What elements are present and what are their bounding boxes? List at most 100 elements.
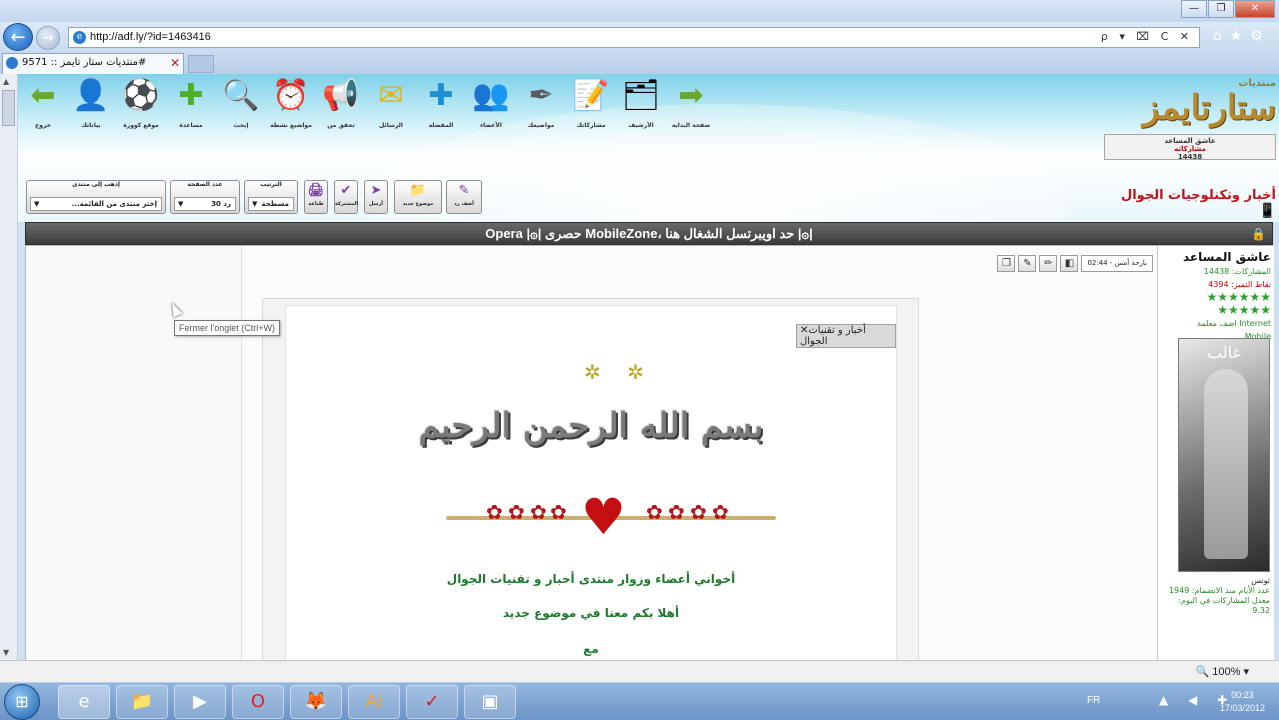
section-title[interactable]: أخبار وتكنلوجيات الجوال 📱	[1098, 188, 1276, 219]
favorites-icon[interactable]: ★	[1230, 28, 1251, 44]
scroll-up-icon[interactable]: ▲	[3, 77, 9, 86]
rose-icon: ✿	[550, 500, 567, 524]
new-topic-button[interactable]: 📁 موضوع جديد	[394, 180, 442, 214]
forum-tag[interactable]: ✕أخبار و تقنيات الجوال	[796, 324, 896, 348]
nav-active-topics[interactable]: ⏰ مواضيع نشطة	[266, 76, 316, 129]
address-bar[interactable]: e http://adf.ly/?id=1463416 ρ ▾ ⌧ C ✕	[68, 27, 1200, 48]
rating-stars-row2: ★★★★★	[1217, 303, 1271, 317]
forum-header: ⬅ خروج 👤 بياناتك ⚽ موقع كوورة ✚ مساعدة 🔍 إبحث…	[18, 74, 1279, 222]
nav-logout[interactable]: ⬅ خروج	[18, 76, 68, 129]
plus-circle-icon: ✚	[428, 78, 454, 113]
tools-gear-icon[interactable]: ⚙	[1250, 28, 1271, 44]
zoom-level[interactable]: 🔍 100% ▾	[1196, 665, 1249, 678]
nav-check[interactable]: 📢 تحقق من	[316, 76, 366, 129]
minimize-button[interactable]: —	[1181, 0, 1207, 18]
nav-kooora[interactable]: ⚽ موقع كوورة	[116, 76, 166, 129]
language-indicator[interactable]: FR	[1087, 695, 1100, 706]
new-topic-label: موضوع جديد	[402, 201, 434, 207]
nav-members[interactable]: 👥 الأعضاء	[466, 76, 516, 129]
taskbar-ie[interactable]: e	[58, 685, 110, 719]
report-icon[interactable]: ◧	[1060, 254, 1079, 272]
taskbar-explorer[interactable]: 📁	[116, 685, 168, 719]
scroll-down-icon[interactable]: ▼	[3, 648, 9, 657]
clock[interactable]: 00:23 17/03/2012	[1220, 689, 1265, 715]
ie-page-icon: e	[73, 31, 86, 44]
nav-my-topics[interactable]: ✒ مواضيعك	[516, 76, 566, 129]
tab-close-icon[interactable]: ✕	[170, 56, 180, 70]
section-title-text: أخبار وتكنلوجيات الجوال	[1120, 188, 1276, 203]
taskbar-avira[interactable]: ✓	[406, 685, 458, 719]
rose-icon: ✿	[690, 500, 707, 524]
per-page-select[interactable]: ▼ 30 رد	[174, 197, 236, 211]
pencil-icon[interactable]: ✏	[1039, 254, 1058, 272]
taskbar-opera[interactable]: O	[232, 685, 284, 719]
posts-count: 14438	[1203, 267, 1230, 276]
taskbar-illustrator[interactable]: Ai	[348, 685, 400, 719]
nav-label: مواضيعك	[527, 122, 555, 129]
opera-icon: O	[250, 691, 266, 712]
nav-label: موقع كوورة	[123, 122, 159, 129]
greeting-line: أخواني أعضاء وزوار منتدى أخبار و تقنيات …	[446, 572, 736, 586]
url-text[interactable]: http://adf.ly/?id=1463416	[90, 31, 211, 43]
back-button[interactable]: ←	[3, 23, 33, 51]
nav-archive[interactable]: 🗂 الأرشيف	[616, 76, 666, 129]
avatar-figure	[1204, 369, 1248, 559]
per-page-value: 30 رد	[211, 200, 231, 208]
system-tray: FR ▲ ◀ ✚ 00:23 17/03/2012	[1059, 683, 1279, 720]
send-button[interactable]: ➤ أرسل	[364, 180, 388, 214]
subscribe-button[interactable]: ✔ المشتركة	[334, 180, 358, 214]
taskbar-media-player[interactable]: ▶	[174, 685, 226, 719]
taskbar-app[interactable]: ▣	[464, 685, 516, 719]
forward-button[interactable]: →	[36, 26, 60, 50]
nav-profile[interactable]: 👤 بياناتك	[66, 76, 116, 129]
points-label: نقاط التميز:	[1231, 280, 1271, 289]
football-icon: ⚽	[122, 78, 160, 113]
user-name[interactable]: عاشق المساعد	[1105, 137, 1275, 145]
tab-active[interactable]: منتديات ستار تايمز :: 9571# ✕	[2, 53, 184, 74]
nav-favorites[interactable]: ✚ المفضلة	[416, 76, 466, 129]
order-select[interactable]: ▼ مسطحة	[248, 197, 294, 211]
avatar-name: غالب	[1207, 343, 1241, 362]
envelope-icon: ✉	[378, 78, 404, 113]
add-reply-label: أضف رد	[454, 201, 474, 207]
address-controls[interactable]: ρ ▾ ⌧ C ✕	[1101, 30, 1193, 43]
media-player-icon: ▶	[193, 691, 207, 712]
heart-roses-decoration: ✿ ✿ ✿ ✿ ♥ ✿ ✿ ✿ ✿	[446, 492, 776, 544]
nav-label: الرسائل	[379, 122, 403, 129]
per-page-box: عدد الصفحة ▼ 30 رد	[170, 180, 240, 214]
user-posts-count: 14438	[1177, 153, 1203, 161]
rose-icon: ✿	[486, 500, 503, 524]
home-icon[interactable]: ⌂	[1213, 28, 1230, 44]
add-reply-button[interactable]: ✎ أضف رد	[446, 180, 482, 214]
nav-messages[interactable]: ✉ الرسائل	[366, 76, 416, 129]
poster-name[interactable]: عاشق المساعد	[1161, 250, 1271, 264]
send-label: أرسل	[369, 201, 383, 207]
taskbar-firefox[interactable]: 🦊	[290, 685, 342, 719]
tooltip: Fermer l'onglet (Ctrl+W)	[174, 320, 280, 336]
close-window-button[interactable]: ✕	[1235, 0, 1275, 18]
poster-country: تونس	[1251, 576, 1270, 585]
print-label: طباعة	[308, 201, 324, 207]
chevron-down-icon: ▼	[178, 200, 184, 208]
nav-help[interactable]: ✚ مساعدة	[166, 76, 216, 129]
avatar[interactable]: غالب	[1178, 338, 1270, 572]
nav-search[interactable]: 🔍 إبحث	[216, 76, 266, 129]
nav-my-posts[interactable]: 📝 مشاركاتك	[566, 76, 616, 129]
start-button[interactable]: ⊞	[4, 684, 40, 720]
goto-forum-select[interactable]: ▼ ...إختر منتدى من القائمة	[30, 197, 162, 211]
toolbar-icons[interactable]: ⌂★⚙	[1213, 28, 1271, 44]
subscribe-label: المشتركة	[335, 201, 359, 207]
new-tab-button[interactable]	[188, 55, 214, 73]
quote-icon[interactable]: ❐	[997, 254, 1016, 272]
goto-forum-box: إذهب إلى منتدى ▼ ...إختر منتدى من القائمة	[26, 180, 166, 214]
vertical-scrollbar[interactable]: ▲ ▼	[0, 74, 18, 660]
scroll-thumb[interactable]	[2, 90, 15, 126]
edit-icon[interactable]: ✎	[1018, 254, 1037, 272]
nav-home[interactable]: ➡ صفحة البداية	[666, 76, 716, 129]
post-date: 02:44 - بارحة أمس	[1081, 254, 1153, 272]
forum-tag-text: أخبار و تقنيات الجوال	[800, 325, 866, 347]
print-button[interactable]: 🖨 طباعة	[304, 180, 328, 214]
maximize-button[interactable]: ❐	[1208, 0, 1234, 18]
mobile-phone-icon: 📱	[1258, 203, 1276, 219]
members-icon: 👥	[472, 78, 510, 113]
